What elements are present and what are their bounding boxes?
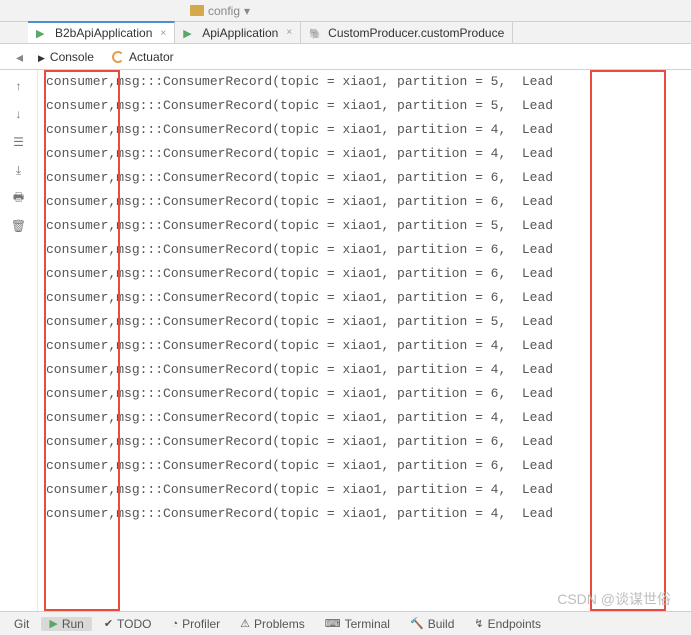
console-label: Console [50, 50, 94, 64]
close-icon[interactable]: × [286, 27, 292, 38]
run-icon: ▶ [49, 617, 57, 630]
watermark: CSDN @谈谋世俗 [557, 589, 671, 609]
build-icon: 🔨 [410, 617, 424, 630]
run-icon [36, 26, 50, 40]
main-area: ↑ ↓ ☰ ⤓ 🖶 🗑 consumer,msg:::ConsumerRecor… [0, 70, 691, 611]
back-icon[interactable]: ◂ [16, 49, 23, 66]
print-button[interactable]: 🖶 [10, 190, 28, 206]
run-icon [183, 26, 197, 40]
clear-button[interactable]: 🗑 [10, 218, 28, 234]
scroll-up-button[interactable]: ↑ [10, 78, 28, 94]
elephant-icon [309, 26, 323, 40]
console-sidebar: ↑ ↓ ☰ ⤓ 🖶 🗑 [0, 70, 38, 611]
todo-icon: ✔ [104, 617, 113, 630]
endpoints-tab[interactable]: ↯Endpoints [466, 617, 549, 631]
profiler-icon: ◔ [172, 618, 179, 630]
tab-apiapplication[interactable]: ApiApplication × [175, 22, 301, 43]
chevron-down-icon: ▾ [244, 4, 250, 18]
config-label: config [208, 4, 240, 18]
todo-tab[interactable]: ✔TODO [96, 617, 160, 631]
console-icon [38, 50, 45, 64]
run-tab[interactable]: ▶Run [41, 617, 91, 631]
scroll-to-end-button[interactable]: ⤓ [10, 162, 28, 178]
close-icon[interactable]: × [160, 28, 166, 39]
tab-customproducer[interactable]: CustomProducer.customProduce [301, 22, 513, 43]
actuator-icon [112, 51, 124, 63]
terminal-tab[interactable]: ⌨Terminal [317, 617, 398, 631]
actuator-tab[interactable]: Actuator [112, 50, 174, 64]
build-tab[interactable]: 🔨Build [402, 617, 462, 631]
tab-label: B2bApiApplication [55, 26, 152, 40]
run-tabs: B2bApiApplication × ApiApplication × Cus… [0, 22, 691, 44]
scroll-down-button[interactable]: ↓ [10, 106, 28, 122]
tab-label: CustomProducer.customProduce [328, 26, 504, 40]
console-output[interactable]: consumer,msg:::ConsumerRecord(topic = xi… [38, 70, 691, 611]
sub-tabs: ◂ Console Actuator [0, 44, 691, 70]
soft-wrap-button[interactable]: ☰ [10, 134, 28, 150]
terminal-icon: ⌨ [325, 617, 341, 630]
profiler-tab[interactable]: ◔Profiler [164, 617, 229, 631]
console-tab[interactable]: Console [38, 50, 94, 64]
config-dropdown[interactable]: config ▾ [190, 4, 250, 18]
top-toolbar: config ▾ [0, 0, 691, 22]
bottom-toolbar: Git ▶Run ✔TODO ◔Profiler ⚠Problems ⌨Term… [0, 611, 691, 635]
tab-label: ApiApplication [202, 26, 278, 40]
problems-icon: ⚠ [240, 617, 250, 630]
endpoints-icon: ↯ [474, 617, 483, 630]
tab-b2bapi[interactable]: B2bApiApplication × [28, 21, 175, 43]
actuator-label: Actuator [129, 50, 174, 64]
git-tab[interactable]: Git [6, 617, 37, 631]
folder-icon [190, 5, 204, 16]
problems-tab[interactable]: ⚠Problems [232, 617, 313, 631]
